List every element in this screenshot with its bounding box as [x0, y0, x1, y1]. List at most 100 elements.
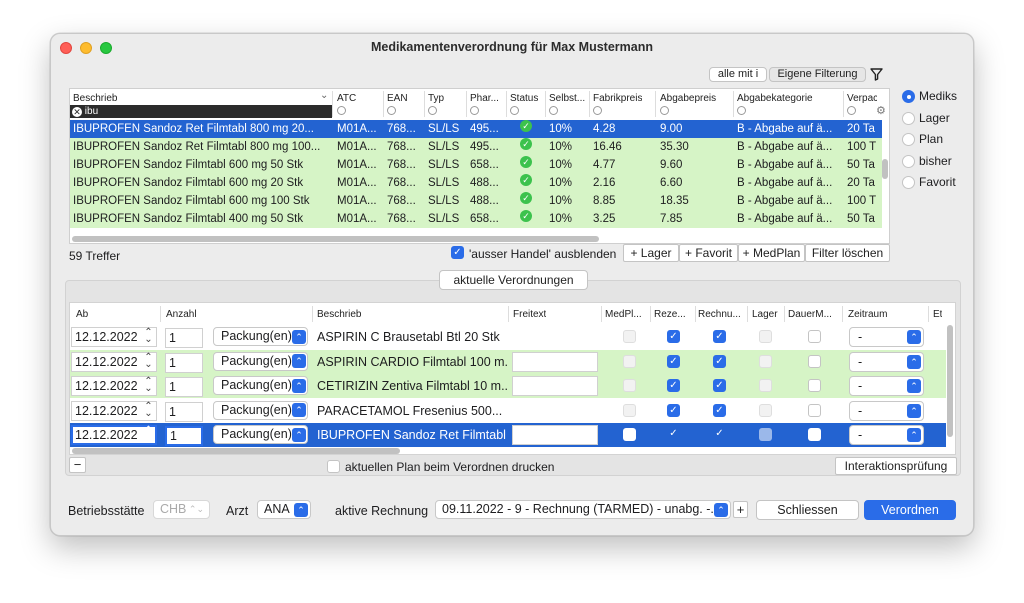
freitext-field[interactable] — [512, 400, 598, 421]
col-typ[interactable]: Typ — [428, 93, 444, 104]
lager-checkbox[interactable] — [759, 403, 772, 417]
prescription-row[interactable]: 12.12.2022 ⌃ ⌄ 1 Packung(en) ⌃ IBUPROFEN Sando… — [70, 423, 946, 447]
col-medplan[interactable]: MedPl... — [605, 309, 647, 320]
dauer-checkbox[interactable] — [808, 354, 821, 368]
rezept-checkbox[interactable]: ✓ — [667, 379, 680, 392]
prescription-row[interactable]: 12.12.2022 ⌃ ⌄ 1 Packung(en) ⌃ ASPIRIN CARDIO … — [70, 349, 946, 374]
remove-row-button[interactable]: − — [69, 457, 86, 473]
prescription-row[interactable]: 12.12.2022 ⌃ ⌄ 1 Packung(en) ⌃ PARACETAMOL Fre… — [70, 399, 946, 423]
betriebsstaette-select[interactable]: CHB ⌃⌄ — [153, 500, 210, 519]
date-stepper-icon[interactable]: ⌃ ⌄ — [144, 401, 153, 418]
col-lager[interactable]: Lager — [752, 309, 778, 320]
radio-dot[interactable] — [902, 90, 915, 103]
rechnung-select[interactable]: 09.11.2022 - 9 - Rechnung (TARMED) - una… — [435, 500, 731, 519]
freitext-field[interactable] — [512, 425, 598, 445]
col-et[interactable]: Et — [933, 309, 942, 320]
radio-dot[interactable] — [902, 111, 915, 125]
lager-checkbox[interactable] — [759, 379, 772, 392]
filter-circle-abgabekategorie[interactable] — [737, 106, 746, 115]
lager-checkbox[interactable] — [759, 428, 772, 441]
col-anzahl[interactable]: Anzahl — [166, 309, 197, 320]
zeitraum-select[interactable]: - ⌃ — [849, 376, 924, 396]
col-ean[interactable]: EAN — [387, 93, 408, 104]
med-table-horizontal-scrollbar[interactable] — [72, 236, 599, 242]
rechnung-checkbox[interactable]: ✓ — [713, 330, 726, 343]
prescribe-button[interactable]: Verordnen — [864, 500, 956, 520]
filter-circle-atc[interactable] — [337, 106, 346, 115]
add-medplan-button[interactable]: + MedPlan — [738, 244, 805, 262]
dauer-checkbox[interactable] — [808, 403, 821, 417]
medplan-checkbox[interactable] — [623, 354, 636, 368]
med-table-row[interactable]: IBUPROFEN Sandoz Ret Filmtabl 800 mg 20.… — [70, 120, 882, 138]
col-pharmacode[interactable]: Phar... — [470, 93, 499, 104]
all-with-i-button[interactable]: alle mit i — [709, 67, 767, 82]
add-favorit-button[interactable]: + Favorit — [679, 244, 738, 262]
radio-dot[interactable] — [902, 176, 915, 189]
quantity-field[interactable]: 1 — [165, 328, 203, 348]
col-zeitraum[interactable]: Zeitraum — [848, 309, 887, 320]
med-table-row[interactable]: IBUPROFEN Sandoz Filmtabl 600 mg 100 Stk… — [70, 192, 882, 210]
rezept-checkbox[interactable]: ✓ — [667, 403, 680, 417]
interaction-check-button[interactable]: Interaktionsprüfung — [835, 457, 957, 475]
prescription-row[interactable]: 12.12.2022 ⌃ ⌄ 1 Packung(en) ⌃ CETIRIZIN Zenti… — [70, 374, 946, 398]
zeitraum-select[interactable]: - ⌃ — [849, 425, 924, 445]
col-abgabekategorie[interactable]: Abgabekategorie — [737, 93, 813, 104]
col-beschrieb-rx[interactable]: Beschrieb — [317, 309, 361, 320]
rezept-checkbox[interactable]: ✓ — [667, 428, 680, 441]
filter-circle-verpackung[interactable] — [847, 106, 856, 115]
rezept-checkbox[interactable]: ✓ — [667, 330, 680, 343]
add-lager-button[interactable]: + Lager — [623, 244, 679, 262]
zeitraum-select[interactable]: - ⌃ — [849, 400, 924, 421]
rechnung-checkbox[interactable]: ✓ — [713, 428, 726, 441]
date-stepper-icon[interactable]: ⌃ ⌄ — [144, 328, 153, 345]
filter-circle-abgabepreis[interactable] — [660, 106, 669, 115]
filter-circle-typ[interactable] — [428, 106, 437, 115]
dauer-checkbox[interactable] — [808, 330, 821, 343]
col-fabrikpreis[interactable]: Fabrikpreis — [593, 93, 642, 104]
freitext-field[interactable] — [512, 376, 598, 396]
medplan-checkbox[interactable] — [623, 330, 636, 343]
unit-select[interactable]: Packung(en) ⌃ — [213, 351, 308, 371]
col-dauermedikation[interactable]: DauerM... — [788, 309, 840, 320]
rechnung-checkbox[interactable]: ✓ — [713, 354, 726, 368]
filter-circle-selbstbehalt[interactable] — [549, 106, 558, 115]
unit-select[interactable]: Packung(en) ⌃ — [213, 327, 308, 346]
funnel-icon[interactable] — [869, 67, 884, 82]
lager-checkbox[interactable] — [759, 354, 772, 368]
filter-circle-status[interactable] — [510, 106, 519, 115]
col-rechnung[interactable]: Rechnu... — [698, 309, 748, 320]
col-beschrieb[interactable]: Beschrieb — [73, 93, 117, 104]
med-table-vertical-scrollbar[interactable] — [882, 159, 888, 179]
medplan-checkbox[interactable] — [623, 403, 636, 417]
quantity-field[interactable]: 1 — [165, 377, 203, 397]
close-button[interactable]: Schliessen — [756, 500, 859, 520]
filter-circle-pharmacode[interactable] — [470, 106, 479, 115]
current-prescriptions-button[interactable]: aktuelle Verordnungen — [439, 270, 588, 290]
dauer-checkbox[interactable] — [808, 379, 821, 392]
col-verpackung[interactable]: Verpac — [847, 93, 877, 104]
settings-gear-icon[interactable]: ⚙ — [876, 104, 886, 117]
zeitraum-select[interactable]: - ⌃ — [849, 351, 924, 372]
col-atc[interactable]: ATC — [337, 93, 356, 104]
unit-select[interactable]: Packung(en) ⌃ — [213, 400, 308, 420]
col-freitext[interactable]: Freitext — [513, 309, 546, 320]
freitext-field[interactable] — [512, 327, 598, 347]
freitext-field[interactable] — [512, 351, 598, 372]
arzt-select[interactable]: ANA ⌃ — [257, 500, 311, 519]
date-stepper-icon[interactable]: ⌃ ⌄ — [144, 377, 153, 394]
unit-select[interactable]: Packung(en) ⌃ — [213, 376, 308, 395]
date-stepper-icon[interactable]: ⌃ ⌄ — [144, 352, 153, 369]
zeitraum-select[interactable]: - ⌃ — [849, 327, 924, 347]
rx-table-vertical-scrollbar[interactable] — [947, 325, 953, 437]
rezept-checkbox[interactable]: ✓ — [667, 354, 680, 368]
date-stepper-icon[interactable]: ⌃ ⌄ — [144, 426, 153, 443]
lager-checkbox[interactable] — [759, 330, 772, 343]
radio-dot[interactable] — [902, 154, 915, 168]
radio-dot[interactable] — [902, 133, 915, 146]
clear-filter-button[interactable]: Filter löschen — [805, 244, 890, 262]
col-abgabepreis[interactable]: Abgabepreis — [660, 93, 716, 104]
med-table-row[interactable]: IBUPROFEN Sandoz Filmtabl 600 mg 50 Stk M… — [70, 156, 882, 174]
dauer-checkbox[interactable] — [808, 428, 821, 441]
rechnung-checkbox[interactable]: ✓ — [713, 379, 726, 392]
filter-circle-fabrikpreis[interactable] — [593, 106, 602, 115]
